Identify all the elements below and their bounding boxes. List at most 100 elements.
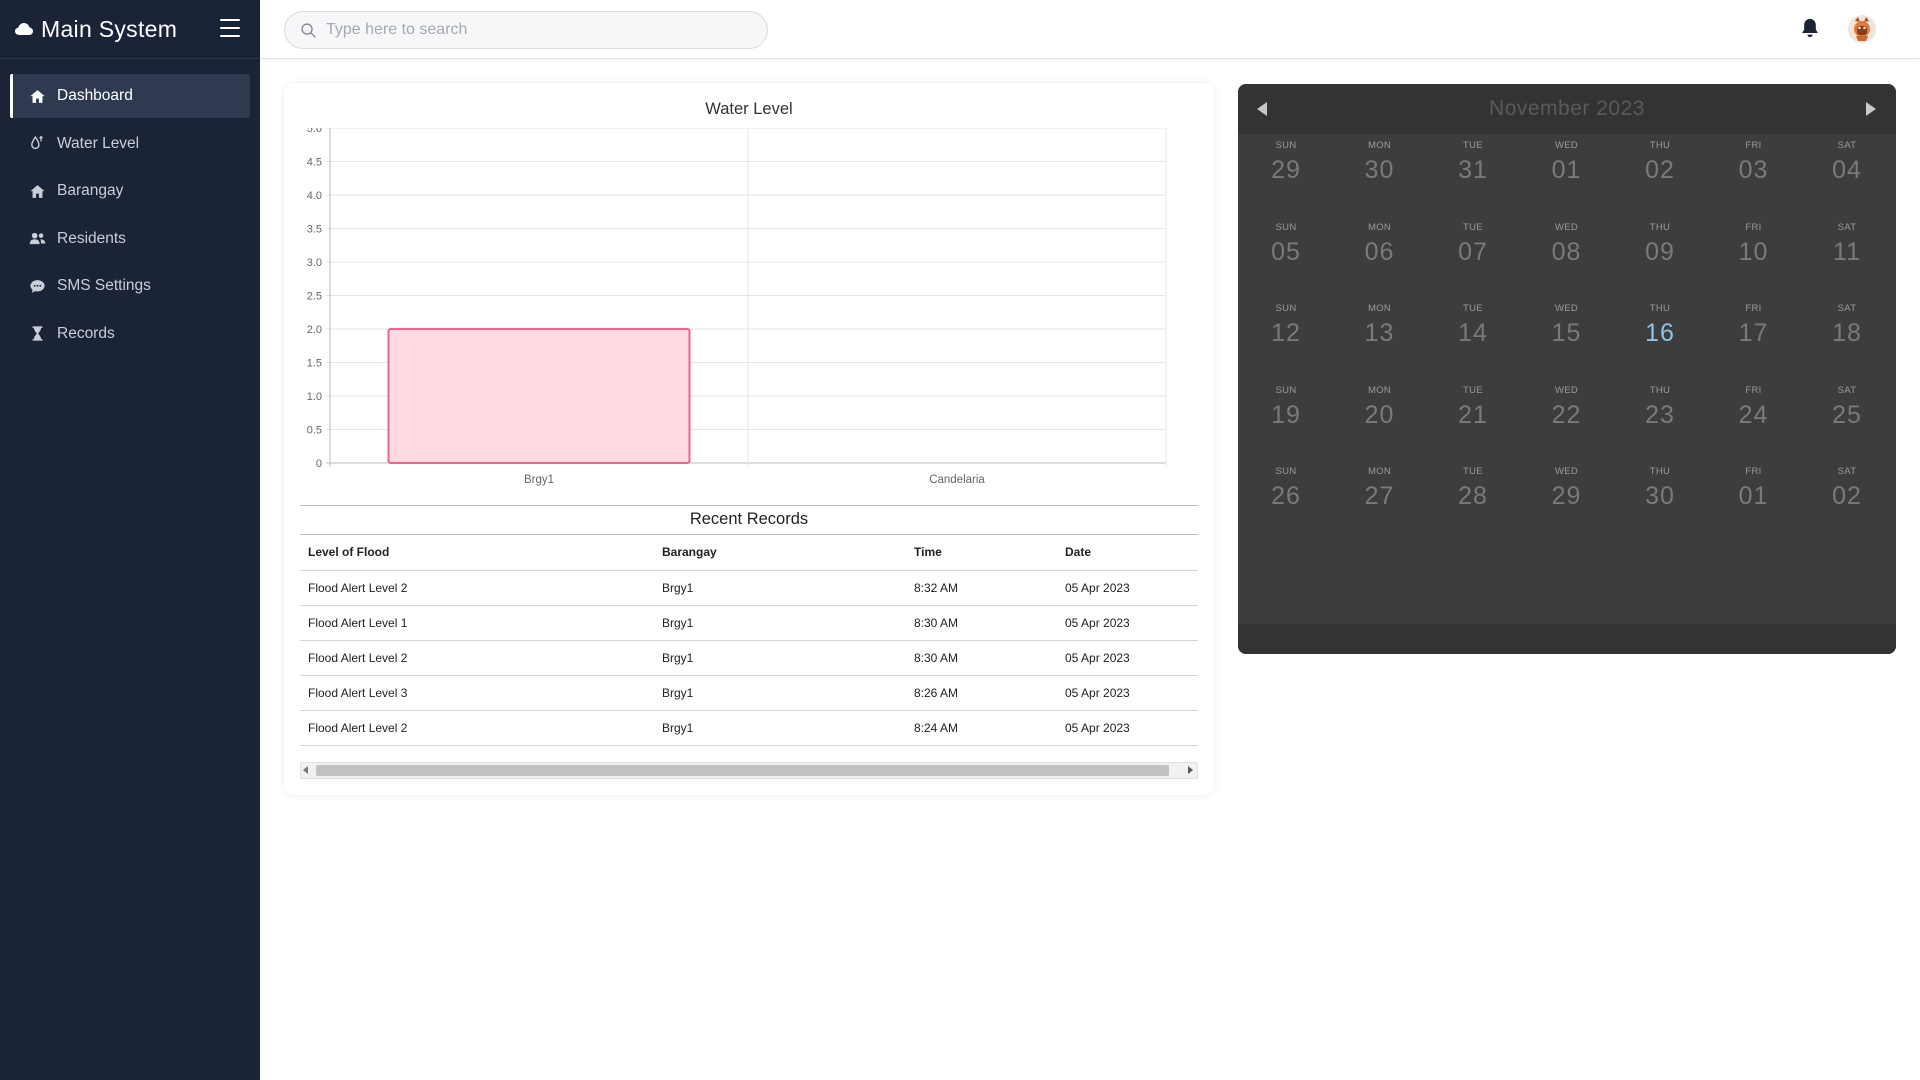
- sidebar-item-water-level[interactable]: Water Level: [10, 122, 250, 166]
- cell-barangay: Brgy1: [654, 640, 906, 676]
- users-icon: [28, 230, 46, 248]
- weekday-label: FRI: [1745, 221, 1762, 233]
- weekday-label: TUE: [1463, 303, 1483, 314]
- calendar-day[interactable]: THU 23: [1613, 379, 1707, 449]
- sidebar-item-sms-settings[interactable]: SMS Settings: [10, 264, 250, 308]
- search-icon: [301, 22, 316, 38]
- calendar-day[interactable]: SUN 29: [1239, 134, 1333, 204]
- sidebar-item-barangay[interactable]: Barangay: [10, 169, 250, 213]
- calendar-day[interactable]: TUE 21: [1426, 379, 1520, 449]
- calendar-day[interactable]: WED 15: [1520, 297, 1614, 367]
- calendar-day[interactable]: SAT 25: [1800, 379, 1894, 449]
- calendar-day[interactable]: SAT 18: [1800, 297, 1894, 367]
- scroll-left-arrow-icon[interactable]: [303, 766, 308, 774]
- cell-time: 8:30 AM: [906, 640, 1057, 676]
- day-number: 19: [1271, 400, 1301, 429]
- calendar-day[interactable]: MON 20: [1333, 379, 1427, 449]
- bar-brgy1[interactable]: [387, 328, 691, 464]
- cell-barangay: Brgy1: [654, 675, 906, 711]
- sidebar-item-label: Dashboard: [57, 87, 133, 104]
- calendar-day[interactable]: MON 13: [1333, 297, 1427, 367]
- weekday-label: THU: [1649, 466, 1671, 477]
- cell-barangay: Brgy1: [654, 570, 906, 606]
- calendar-day[interactable]: THU 09: [1613, 216, 1707, 286]
- cell-time: 8:24 AM: [906, 710, 1057, 746]
- calendar-day[interactable]: SUN 19: [1239, 379, 1333, 449]
- day-number: 12: [1271, 319, 1301, 347]
- calendar-day[interactable]: FRI 10: [1707, 216, 1801, 286]
- cell-barangay: Brgy1: [654, 605, 906, 641]
- day-number: 24: [1738, 400, 1769, 429]
- calendar-day[interactable]: WED 22: [1520, 379, 1614, 449]
- day-number: 29: [1271, 156, 1301, 184]
- records-table: Level of Flood Barangay Time Date Flood …: [300, 535, 1198, 746]
- calendar-day[interactable]: TUE 14: [1426, 297, 1520, 367]
- bell-icon[interactable]: [1800, 17, 1820, 39]
- column-header-date: Date: [1057, 535, 1198, 571]
- calendar-day[interactable]: THU 30: [1613, 460, 1707, 530]
- weekday-label: WED: [1554, 384, 1579, 396]
- day-number: 27: [1364, 482, 1395, 510]
- calendar-day[interactable]: MON 06: [1333, 216, 1427, 286]
- calendar-day[interactable]: SAT 04: [1800, 134, 1894, 204]
- cell-level: Flood Alert Level 3: [300, 675, 654, 711]
- calendar-day[interactable]: WED 01: [1520, 134, 1614, 204]
- day-number: 29: [1551, 482, 1582, 510]
- x-tick-label: Brgy1: [524, 474, 554, 486]
- sidebar-item-records[interactable]: Records: [10, 312, 250, 356]
- calendar-day[interactable]: SUN 05: [1239, 216, 1333, 286]
- calendar-day[interactable]: TUE 31: [1426, 134, 1520, 204]
- day-number: 11: [1833, 237, 1861, 266]
- day-number: 08: [1551, 237, 1582, 266]
- cloud-icon: [15, 23, 33, 35]
- sidebar-nav: Dashboard Water Level Barangay Residents…: [0, 74, 260, 356]
- weekday-label: THU: [1649, 384, 1671, 396]
- calendar-day[interactable]: WED 08: [1520, 216, 1614, 286]
- day-number: 13: [1364, 319, 1395, 347]
- calendar-day[interactable]: TUE 28: [1426, 460, 1520, 530]
- calendar-day[interactable]: TUE 07: [1426, 216, 1520, 286]
- sidebar: Main System Dashboard Water Level Barang…: [0, 0, 260, 1080]
- avatar[interactable]: [1847, 14, 1877, 44]
- brand: Main System: [0, 0, 260, 59]
- sidebar-item-dashboard[interactable]: Dashboard: [10, 74, 250, 118]
- calendar-day[interactable]: THU 02: [1613, 134, 1707, 204]
- weekday-label: TUE: [1463, 221, 1483, 233]
- calendar-day[interactable]: WED 29: [1520, 460, 1614, 530]
- calendar-day[interactable]: FRI 24: [1707, 379, 1801, 449]
- y-tick-label: 4.0: [307, 190, 322, 202]
- day-number: 17: [1738, 319, 1769, 347]
- scroll-right-arrow-icon[interactable]: [1188, 766, 1193, 774]
- cell-time: 8:26 AM: [906, 675, 1057, 711]
- day-number: 01: [1551, 156, 1582, 184]
- y-tick-label: 4.5: [307, 157, 322, 169]
- next-month-arrow-icon[interactable]: [1866, 102, 1876, 116]
- sidebar-item-residents[interactable]: Residents: [10, 217, 250, 261]
- calendar-day[interactable]: MON 27: [1333, 460, 1427, 530]
- calendar-day[interactable]: FRI 17: [1707, 297, 1801, 367]
- y-tick-label: 1.5: [307, 358, 322, 370]
- table-header-row: Level of Flood Barangay Time Date: [300, 535, 1198, 571]
- day-number: 30: [1364, 156, 1395, 184]
- calendar-day[interactable]: SUN 12: [1239, 297, 1333, 367]
- day-number: 26: [1271, 482, 1301, 510]
- calendar-day[interactable]: SAT 11: [1800, 216, 1894, 286]
- calendar-day[interactable]: THU 16: [1613, 297, 1707, 367]
- weekday-label: SAT: [1837, 221, 1857, 233]
- horizontal-scrollbar[interactable]: [300, 762, 1198, 779]
- table-row: Flood Alert Level 2 Brgy1 8:30 AM 05 Apr…: [300, 640, 1198, 676]
- home-icon: [28, 87, 46, 105]
- scrollbar-thumb[interactable]: [316, 765, 1169, 776]
- calendar-day[interactable]: SUN 26: [1239, 460, 1333, 530]
- search-input[interactable]: [326, 21, 746, 39]
- day-number: 04: [1832, 156, 1862, 184]
- search-box[interactable]: [284, 11, 768, 49]
- hamburger-menu-icon[interactable]: [220, 19, 240, 37]
- day-number: 02: [1832, 482, 1862, 510]
- weekday-label: SAT: [1837, 466, 1857, 477]
- calendar-day[interactable]: MON 30: [1333, 134, 1427, 204]
- calendar-day[interactable]: FRI 03: [1707, 134, 1801, 204]
- calendar-day[interactable]: FRI 01: [1707, 460, 1801, 530]
- table-row: Flood Alert Level 2 Brgy1 8:32 AM 05 Apr…: [300, 570, 1198, 606]
- calendar-day[interactable]: SAT 02: [1800, 460, 1894, 530]
